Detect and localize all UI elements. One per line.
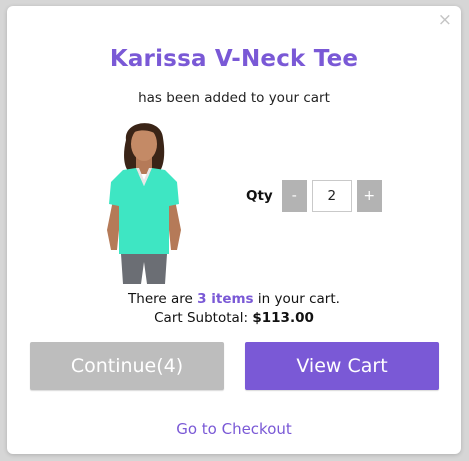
quantity-stepper: Qty - +: [246, 180, 382, 212]
qty-decrease-button[interactable]: -: [281, 180, 307, 212]
close-icon[interactable]: ×: [438, 12, 452, 29]
cart-count-line: There are 3 items in your cart.: [7, 291, 461, 307]
cart-subtotal-line: Cart Subtotal: $113.00: [7, 310, 461, 326]
qty-increase-button[interactable]: +: [356, 180, 382, 212]
continue-shopping-button[interactable]: Continue(4): [30, 342, 224, 390]
subtotal-value: $113.00: [252, 310, 314, 326]
qty-label: Qty: [246, 188, 273, 204]
cart-items-link[interactable]: 3 items: [197, 291, 253, 307]
product-title: Karissa V-Neck Tee: [109, 46, 359, 72]
cart-count-prefix: There are: [128, 291, 198, 307]
view-cart-button[interactable]: View Cart: [245, 342, 439, 390]
product-image: [107, 123, 181, 284]
added-to-cart-message: has been added to your cart: [138, 90, 330, 106]
cart-count-suffix: in your cart.: [253, 291, 340, 307]
qty-input[interactable]: [311, 180, 352, 212]
added-to-cart-modal: × Karissa V-Neck Tee has been added to y…: [7, 6, 461, 454]
go-to-checkout-link[interactable]: Go to Checkout: [7, 420, 461, 438]
subtotal-label: Cart Subtotal:: [154, 310, 253, 326]
